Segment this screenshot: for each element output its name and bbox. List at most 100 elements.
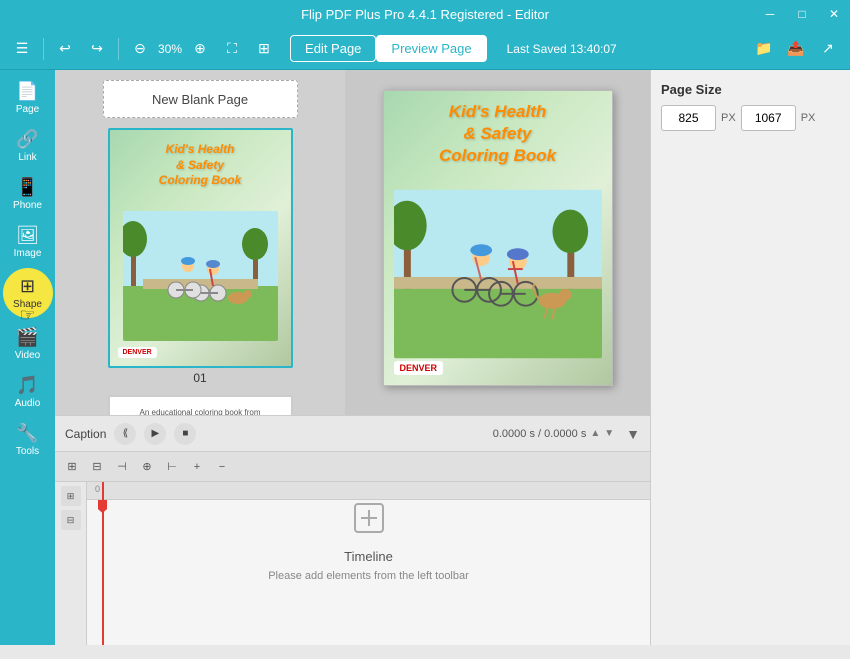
width-unit: PX: [721, 112, 736, 124]
tl-align-center-button[interactable]: ⊕: [136, 456, 158, 478]
share-button[interactable]: ↗: [814, 35, 842, 63]
time-value: 0.0000 s / 0.0000 s: [493, 428, 587, 440]
tl-side-layers-button[interactable]: ⊞: [61, 486, 81, 506]
sidebar-label-page: Page: [16, 104, 39, 115]
last-saved-label: Last Saved 13:40:07: [507, 42, 617, 56]
minimize-button[interactable]: ─: [754, 0, 786, 28]
right-properties-panel: Page Size PX PX: [650, 70, 850, 645]
canvas-scene: [394, 172, 602, 375]
zoom-level: 30%: [158, 42, 182, 56]
main-layout: 📄 Page 🔗 Link 📱 Phone 🖼 Image ⊞ Shape ☞ …: [0, 70, 850, 645]
page-icon: 📄: [16, 81, 38, 102]
image-icon: 🖼: [16, 225, 39, 246]
tl-side-grid-button[interactable]: ⊟: [61, 510, 81, 530]
maximize-button[interactable]: □: [786, 0, 818, 28]
play-button[interactable]: ▶: [144, 423, 166, 445]
timeline-empty-state: Timeline Please add elements from the le…: [87, 500, 650, 582]
preview-page-button[interactable]: Preview Page: [376, 35, 486, 62]
rewind-button[interactable]: ⟪: [114, 423, 136, 445]
timeline-subtitle: Please add elements from the left toolba…: [268, 570, 469, 582]
close-button[interactable]: ✕: [818, 0, 850, 28]
timeline-toolbar: ⊞ ⊟ ⊣ ⊕ ⊢ + −: [55, 452, 650, 482]
page-number-1: 01: [193, 371, 206, 385]
toolbar-separator-2: [118, 38, 119, 60]
fit-screen-button[interactable]: ⛶: [218, 35, 246, 63]
sidebar-item-page[interactable]: 📄 Page: [3, 76, 53, 120]
shape-icon: ⊞: [20, 276, 35, 297]
stop-button[interactable]: ■: [174, 423, 196, 445]
sidebar-item-shape[interactable]: ⊞ Shape ☞: [3, 268, 53, 318]
page-view-toggle: Edit Page Preview Page: [290, 35, 487, 62]
canvas-denver-badge: DENVER: [394, 361, 444, 375]
time-down-arrow[interactable]: ▼: [604, 428, 614, 439]
page-size-row: PX PX: [661, 105, 840, 131]
caption-bar: Caption ⟪ ▶ ■ 0.0000 s / 0.0000 s ▲ ▼ ▼: [55, 416, 650, 452]
ruler-zero-label: 0: [95, 484, 100, 494]
sidebar-label-phone: Phone: [13, 200, 42, 211]
tl-zoom-in-button[interactable]: +: [186, 456, 208, 478]
timeline-empty-icon: [351, 500, 387, 543]
tl-align-right-button[interactable]: ⊢: [161, 456, 183, 478]
page-thumbnail-1[interactable]: Kid's Health& SafetyColoring Book: [108, 128, 293, 385]
left-sidebar: 📄 Page 🔗 Link 📱 Phone 🖼 Image ⊞ Shape ☞ …: [0, 70, 55, 645]
hamburger-menu-button[interactable]: ☰: [8, 35, 36, 63]
scene-svg-thumb: [123, 211, 278, 341]
timeline-track-area: 0 Timeline Please add elements fr: [87, 482, 650, 645]
import-button[interactable]: 📁: [750, 35, 778, 63]
video-icon: 🎬: [16, 327, 38, 348]
time-display: 0.0000 s / 0.0000 s ▲ ▼: [493, 428, 614, 440]
timeline-panel: Caption ⟪ ▶ ■ 0.0000 s / 0.0000 s ▲ ▼ ▼ …: [55, 415, 650, 645]
sidebar-item-video[interactable]: 🎬 Video: [3, 322, 53, 366]
sidebar-label-audio: Audio: [15, 398, 41, 409]
canvas-cover: Kid's Health& SafetyColoring Book: [384, 91, 612, 385]
titlebar: Flip PDF Plus Pro 4.4.1 Registered - Edi…: [0, 0, 850, 28]
timeline-side-panel: ⊞ ⊟: [55, 482, 87, 645]
toolbar-right: 📁 📤 ↗: [750, 35, 842, 63]
timeline-icon-svg: [351, 500, 387, 536]
timeline-ruler: 0: [87, 482, 650, 500]
denver-badge-thumb: DENVER: [118, 347, 157, 358]
sidebar-item-audio[interactable]: 🎵 Audio: [3, 370, 53, 414]
tl-add-button[interactable]: ⊞: [61, 456, 83, 478]
edit-page-button[interactable]: Edit Page: [290, 35, 376, 62]
window-controls: ─ □ ✕: [754, 0, 850, 28]
page-width-input[interactable]: [661, 105, 716, 131]
toolbar-separator: [43, 38, 44, 60]
page-height-input[interactable]: [741, 105, 796, 131]
tl-zoom-out-button[interactable]: −: [211, 456, 233, 478]
collapse-button[interactable]: ▼: [626, 426, 640, 442]
tl-split-button[interactable]: ⊟: [86, 456, 108, 478]
sidebar-label-link: Link: [18, 152, 36, 163]
tools-icon: 🔧: [16, 423, 38, 444]
timeline-title: Timeline: [344, 549, 393, 564]
sidebar-label-tools: Tools: [16, 446, 39, 457]
app-title: Flip PDF Plus Pro 4.4.1 Registered - Edi…: [301, 7, 549, 22]
main-toolbar: ☰ ↩ ↪ ⊖ 30% ⊕ ⛶ ⊞ Edit Page Preview Page…: [0, 28, 850, 70]
sidebar-item-link[interactable]: 🔗 Link: [3, 124, 53, 168]
tl-align-left-button[interactable]: ⊣: [111, 456, 133, 478]
link-icon: 🔗: [16, 129, 38, 150]
timeline-body: ⊞ ⊟ 0: [55, 482, 650, 645]
page-thumb-frame-1[interactable]: Kid's Health& SafetyColoring Book: [108, 128, 293, 368]
page-canvas[interactable]: Kid's Health& SafetyColoring Book: [383, 90, 613, 386]
sidebar-label-image: Image: [14, 248, 42, 259]
zoom-value: 30%: [158, 42, 182, 56]
sidebar-label-video: Video: [15, 350, 40, 361]
canvas-book-title: Kid's Health& SafetyColoring Book: [439, 101, 556, 167]
export-button[interactable]: 📤: [782, 35, 810, 63]
new-blank-page-button[interactable]: New Blank Page: [103, 80, 298, 118]
time-up-arrow[interactable]: ▲: [590, 428, 600, 439]
main-scene-svg: [394, 189, 602, 359]
book-title-thumb: Kid's Health& SafetyColoring Book: [159, 142, 242, 189]
sidebar-item-phone[interactable]: 📱 Phone: [3, 172, 53, 216]
caption-label: Caption: [65, 427, 106, 441]
page-size-label: Page Size: [661, 82, 840, 97]
zoom-in-button[interactable]: ⊕: [186, 35, 214, 63]
grid-button[interactable]: ⊞: [250, 35, 278, 63]
sidebar-item-tools[interactable]: 🔧 Tools: [3, 418, 53, 462]
redo-button[interactable]: ↪: [83, 35, 111, 63]
phone-icon: 📱: [16, 177, 38, 198]
zoom-out-button[interactable]: ⊖: [126, 35, 154, 63]
undo-button[interactable]: ↩: [51, 35, 79, 63]
sidebar-item-image[interactable]: 🖼 Image: [3, 220, 53, 264]
